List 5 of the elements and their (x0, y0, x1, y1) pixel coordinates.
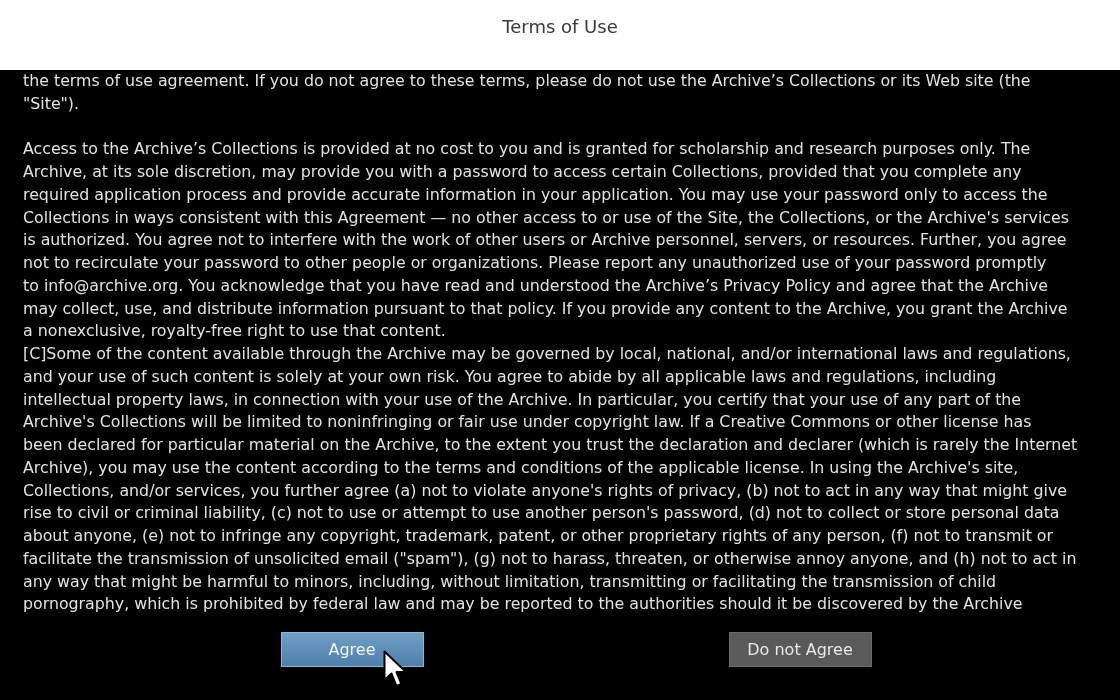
disagree-button[interactable]: Do not Agree (728, 632, 872, 667)
agree-button[interactable]: Agree (280, 632, 424, 667)
dialog-title: Terms of Use (502, 16, 618, 38)
terms-paragraph: the terms of use agreement. If you do not agree to these terms, please do not use the Archive’s Collections or its Web site (the "Site"). (23, 70, 1032, 115)
terms-paragraph: Access to the Archive’s Collections is provided at no cost to you and is granted for scholarship and research purposes only. The Archive, at its sole discretion, may provide you with a password to access certain Collections, provided that you complete any required application process and provide accurate information in your application. You may use your password only to access the Collections in ways consistent with this Agreement — no other access to or use of the Site, the Collections, or the Archive's services is authorized. You agree not to interfere with the work of other users or Archive personnel, servers, or resources. Further, you agree not to recirculate your password to other people or organizations. Please report any unauthorized use of your password promptly to info@archive.org. You acknowledge that you have read and understood the Archive’s Privacy Policy and agree that the Archive may collect, use, and distribute information pursuant to that policy. If you provide any content to the Archive, you grant the Archive a nonexclusive, royalty-free right to use that content. [C]Some of the content available through the Archive may be governed by local, national, and/or international laws and regulations, and your use of such content is solely at your own risk. You agree to abide by all applicable laws and regulations, including intellectual property laws, in connection with your use of the Archive. In particular, you certify that your use of any part of the Archive's Collections will be limited to noninfringing or fair use under copyright law. If a Creative Commons or other license has been declared for particular material on the Archive, to the extent you trust the declaration and declarer (which is rarely the Internet Archive), you may use the content according to the terms and conditions of the applicable license. In using the Archive's site, Collections, and/or services, you further agree (a) not to violate anyone's rights of privacy, (b) not to act in any way that might give rise to civil or criminal liability, (c) not to use or attempt to use another person's password, (d) not to collect or store personal data about anyone, (e) not to infringe any copyright, trademark, patent, or other proprietary rights of any person, (f) not to transmit or facilitate the transmission of unsolicited email ("spam"), (g) not to harass, threaten, or otherwise annoy anyone, and (h) not to act in any way that might be harmful to minors, including, without limitation, transmitting or facilitating the transmission of child pornography, which is prohibited by federal law and may be reported to the authorities should it be discovered by the Archive (23, 138, 1079, 616)
